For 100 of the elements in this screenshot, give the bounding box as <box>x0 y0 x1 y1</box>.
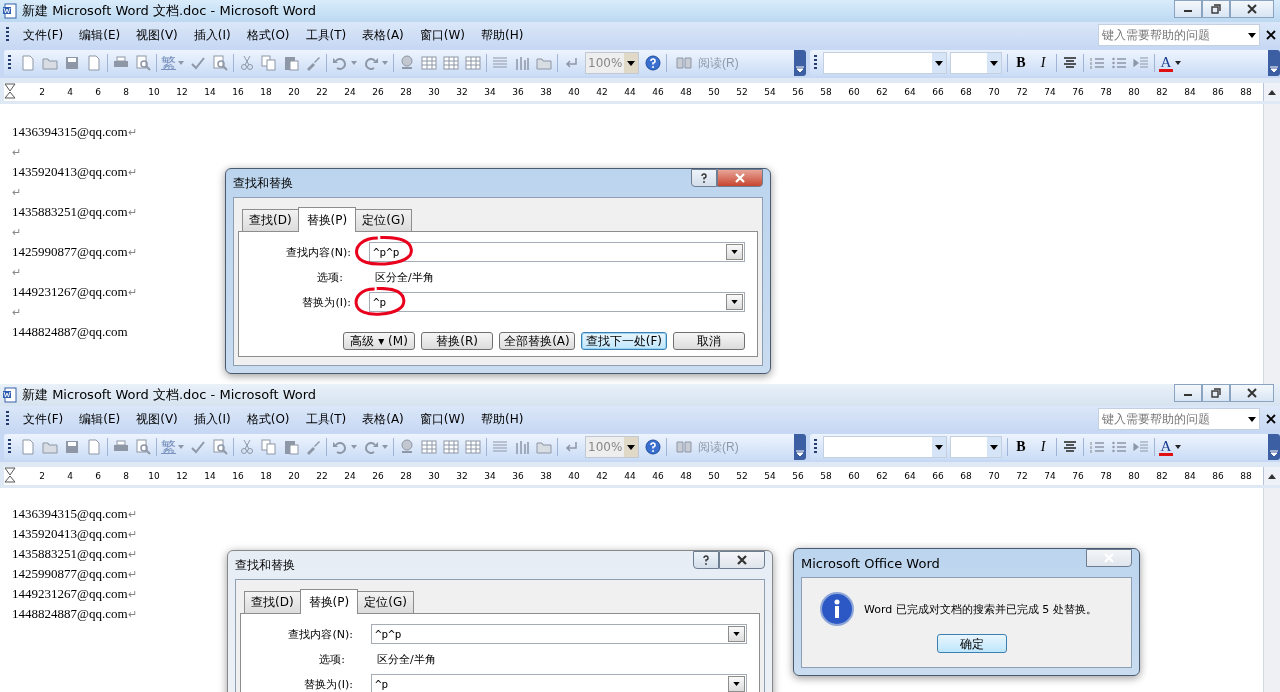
replace-field[interactable]: ^p <box>369 292 745 312</box>
format-painter-icon[interactable] <box>305 55 321 71</box>
insert-table-icon[interactable] <box>443 55 459 71</box>
dialog-button[interactable]: 全部替换(A) <box>499 332 575 350</box>
numbering-icon[interactable] <box>1089 439 1105 455</box>
menu-item[interactable]: 编辑(E) <box>71 26 129 44</box>
help-button[interactable] <box>691 169 717 187</box>
new-document-icon[interactable] <box>20 439 36 455</box>
copy-icon[interactable] <box>261 439 277 455</box>
find-field[interactable]: ^p^p <box>371 624 747 644</box>
menu-item[interactable]: 插入(I) <box>185 26 239 44</box>
insert-worksheet-icon[interactable] <box>465 55 481 71</box>
minimize-button[interactable] <box>1174 0 1202 18</box>
toolbar-options-button[interactable] <box>1268 434 1280 460</box>
help-icon[interactable] <box>645 439 661 455</box>
hyperlink-icon[interactable] <box>399 439 415 455</box>
caret-icon[interactable] <box>1175 61 1181 65</box>
numbering-icon[interactable] <box>1089 55 1105 71</box>
menu-item[interactable]: 插入(I) <box>185 410 239 428</box>
toolbar-options-button[interactable] <box>794 50 806 76</box>
dialog-button[interactable]: 高级 ▾ (M) <box>343 332 416 350</box>
undo-icon[interactable] <box>332 55 348 71</box>
font-color-button[interactable]: A <box>1157 438 1175 456</box>
menu-item[interactable]: 视图(V) <box>128 410 186 428</box>
restore-button[interactable] <box>1202 0 1230 18</box>
document-map-icon[interactable] <box>536 439 552 455</box>
menu-item[interactable]: 文件(F) <box>15 26 72 44</box>
font-size-field[interactable] <box>950 436 1002 458</box>
copy-icon[interactable] <box>261 55 277 71</box>
close-button[interactable] <box>1230 384 1274 402</box>
menu-item[interactable]: 文件(F) <box>15 410 72 428</box>
open-folder-icon[interactable] <box>42 55 58 71</box>
columns-icon[interactable] <box>492 439 508 455</box>
menu-item[interactable]: 编辑(E) <box>71 410 129 428</box>
redo-icon[interactable] <box>363 439 379 455</box>
insert-table-icon[interactable] <box>443 439 459 455</box>
indent-marker-icon[interactable] <box>4 83 16 101</box>
replace-field[interactable]: ^p <box>371 674 747 692</box>
toolbar-options-button[interactable] <box>1268 50 1280 76</box>
menu-item[interactable]: 视图(V) <box>128 26 186 44</box>
scroll-up-button[interactable] <box>1263 467 1280 485</box>
italic-button[interactable]: I <box>1032 55 1054 71</box>
permission-icon[interactable] <box>86 439 102 455</box>
menu-item[interactable]: 帮助(H) <box>473 26 532 44</box>
align-icon[interactable] <box>1062 439 1078 455</box>
bullets-icon[interactable] <box>1111 439 1127 455</box>
research-icon[interactable] <box>212 439 228 455</box>
paste-icon[interactable] <box>283 439 299 455</box>
menu-item[interactable]: 帮助(H) <box>473 410 532 428</box>
menu-item[interactable]: 表格(A) <box>354 26 412 44</box>
dialog-button[interactable]: 替换(R) <box>421 332 494 350</box>
redo-icon[interactable] <box>363 55 379 71</box>
bullets-icon[interactable] <box>1111 55 1127 71</box>
menu-item[interactable]: 工具(T) <box>297 410 355 428</box>
drawing-icon[interactable] <box>514 55 530 71</box>
minimize-button[interactable] <box>1174 384 1202 402</box>
menu-item[interactable]: 表格(A) <box>354 410 412 428</box>
align-icon[interactable] <box>1062 55 1078 71</box>
scrollbar[interactable] <box>1263 104 1280 384</box>
close-button[interactable] <box>1086 549 1132 567</box>
new-document-icon[interactable] <box>20 55 36 71</box>
menu-item[interactable]: 格式(O) <box>238 410 298 428</box>
help-search-field[interactable]: 键入需要帮助的问题 <box>1098 408 1260 430</box>
menu-item[interactable]: 格式(O) <box>238 26 298 44</box>
bold-button[interactable]: B <box>1010 55 1032 71</box>
italic-button[interactable]: I <box>1032 439 1054 455</box>
help-search-field[interactable]: 键入需要帮助的问题 <box>1098 24 1260 46</box>
spelling-icon[interactable] <box>190 55 206 71</box>
format-painter-icon[interactable] <box>305 439 321 455</box>
hyperlink-icon[interactable] <box>399 55 415 71</box>
menu-item[interactable]: 窗口(W) <box>411 410 474 428</box>
print-preview-icon[interactable] <box>135 55 151 71</box>
scroll-up-button[interactable] <box>1263 83 1280 101</box>
help-icon[interactable] <box>645 55 661 71</box>
tables-borders-icon[interactable] <box>421 439 437 455</box>
indent-icon[interactable] <box>1133 439 1149 455</box>
open-folder-icon[interactable] <box>42 439 58 455</box>
caret-icon[interactable] <box>1175 445 1181 449</box>
undo-icon[interactable] <box>332 439 348 455</box>
insert-worksheet-icon[interactable] <box>465 439 481 455</box>
save-icon[interactable] <box>64 439 80 455</box>
cut-icon[interactable] <box>239 439 255 455</box>
tab[interactable]: 替换(P) <box>297 207 357 232</box>
ok-button[interactable]: 确定 <box>936 634 1007 653</box>
find-field[interactable]: ^p^p <box>369 242 745 262</box>
research-icon[interactable] <box>212 55 228 71</box>
restore-button[interactable] <box>1202 384 1230 402</box>
tab[interactable]: 定位(G) <box>355 209 412 231</box>
menu-item[interactable]: 工具(T) <box>297 26 355 44</box>
drawing-icon[interactable] <box>514 439 530 455</box>
font-color-button[interactable]: A <box>1157 54 1175 72</box>
close-icon[interactable] <box>1266 414 1276 424</box>
indent-marker-icon[interactable] <box>4 467 16 485</box>
columns-icon[interactable] <box>492 55 508 71</box>
permission-icon[interactable] <box>86 55 102 71</box>
cut-icon[interactable] <box>239 55 255 71</box>
document-map-icon[interactable] <box>536 55 552 71</box>
menu-item[interactable]: 窗口(W) <box>411 26 474 44</box>
font-field[interactable] <box>823 52 947 74</box>
dialog-button[interactable]: 查找下一处(F) <box>580 332 667 350</box>
